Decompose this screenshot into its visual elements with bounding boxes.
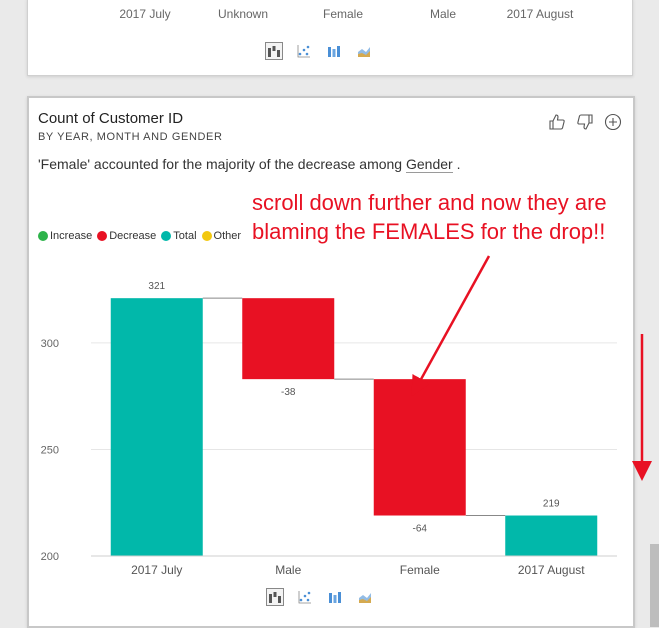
- previous-axis-label: Unknown: [217, 7, 269, 21]
- waterfall-icon[interactable]: [265, 42, 283, 60]
- y-tick-label: 300: [41, 338, 59, 350]
- data-label: 219: [543, 499, 560, 510]
- x-tick-label: 2017 July: [131, 563, 182, 577]
- area-icon[interactable]: [356, 588, 374, 606]
- scatter-icon[interactable]: [295, 42, 313, 60]
- visual-type-switcher: [265, 42, 373, 60]
- column-icon[interactable]: [326, 588, 344, 606]
- bar-decrease: [373, 379, 466, 516]
- previous-axis-label: Female: [322, 7, 364, 21]
- waterfall-chart: 200 250 300 321 2017 July -38 Male -64 Female 219…: [41, 281, 617, 577]
- y-tick-label: 200: [41, 551, 59, 563]
- annotation-text: scroll down further and now they are bla…: [252, 190, 607, 244]
- previous-axis-label: Male: [429, 7, 457, 21]
- x-tick-label: 2017 August: [518, 563, 585, 577]
- visual-type-switcher: [266, 588, 374, 606]
- column-icon[interactable]: [325, 42, 343, 60]
- bar-total: [110, 298, 203, 556]
- data-label: 321: [148, 281, 165, 292]
- data-label: -64: [413, 524, 428, 535]
- x-tick-label: Female: [400, 563, 440, 577]
- previous-axis-label: 2017 July: [119, 7, 171, 21]
- scrollbar-thumb[interactable]: [650, 544, 659, 627]
- data-label: -38: [281, 387, 296, 398]
- previous-axis-label: 2017 August: [506, 7, 574, 21]
- insight-card: Count of Customer ID BY YEAR, MONTH AND …: [27, 96, 635, 628]
- scatter-icon[interactable]: [296, 588, 314, 606]
- previous-visual-card: 2017 July Unknown Female Male 2017 Augus…: [27, 0, 633, 76]
- area-icon[interactable]: [355, 42, 373, 60]
- waterfall-icon[interactable]: [266, 588, 284, 606]
- y-tick-label: 250: [41, 444, 59, 456]
- bar-total: [505, 515, 598, 556]
- bar-decrease: [242, 298, 335, 380]
- x-tick-label: Male: [275, 563, 301, 577]
